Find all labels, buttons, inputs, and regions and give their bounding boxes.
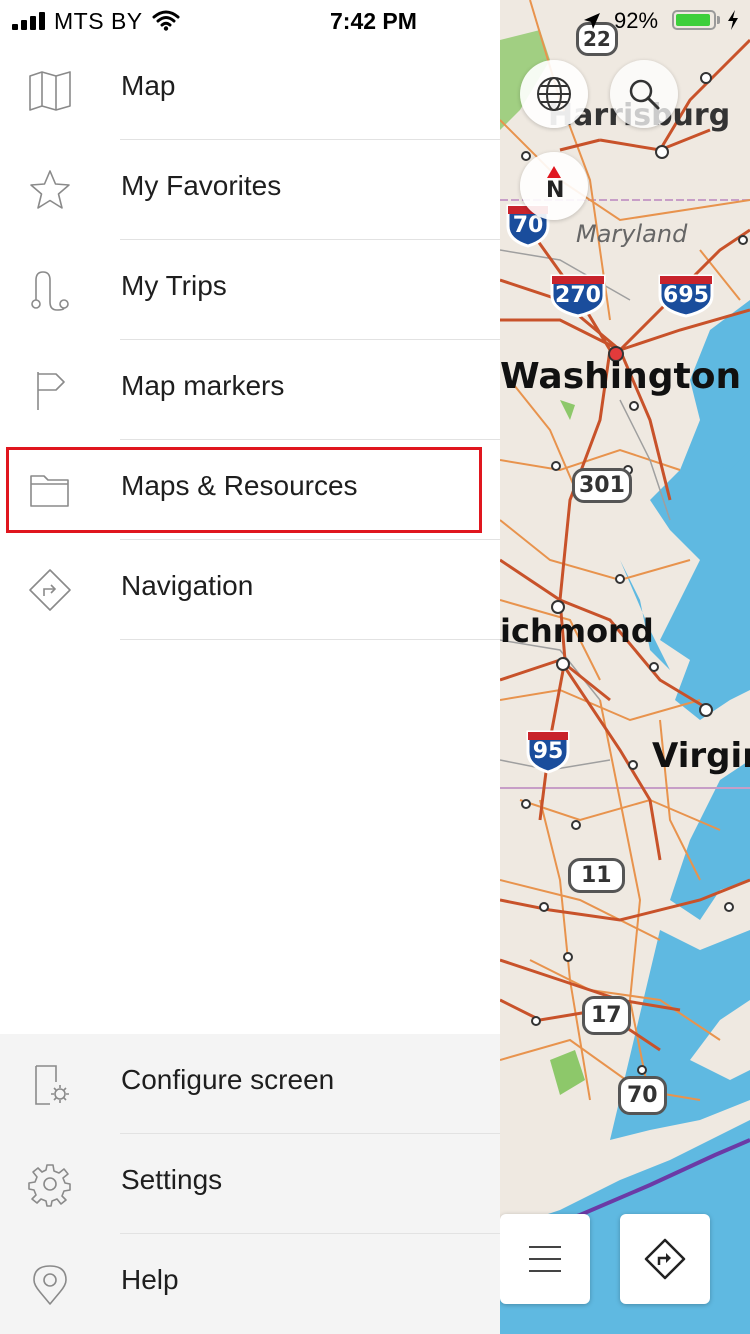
menu-item-navigation[interactable]: Navigation	[0, 540, 500, 640]
menu-item-map-markers[interactable]: Map markers	[0, 340, 500, 440]
charging-bolt-icon	[726, 9, 740, 38]
battery-icon	[672, 10, 716, 30]
route-shield-us17: 17	[582, 996, 631, 1035]
menu-item-label: Settings	[121, 1164, 223, 1195]
folder-icon	[26, 466, 74, 514]
menu-item-label: Navigation	[121, 570, 254, 601]
status-time: 7:42 PM	[330, 8, 417, 34]
route-shield-i95: 95	[524, 726, 572, 774]
divider	[120, 639, 500, 640]
battery-tip	[717, 16, 720, 24]
city-label-richmond: ichmond	[500, 612, 654, 650]
location-arrow-icon	[582, 10, 602, 38]
city-label-washington: Washington	[500, 356, 742, 397]
status-bar: MTS BY 7:42 PM 92%	[0, 0, 750, 40]
menu-item-settings[interactable]: Settings	[0, 1134, 500, 1234]
search-icon	[629, 79, 660, 110]
route-shield-us301: 301	[572, 468, 632, 503]
signal-strength-icon	[12, 12, 48, 30]
state-label-virginia: Virgin	[652, 736, 750, 776]
navigation-icon	[26, 566, 74, 614]
map-view[interactable]: Harrisburg Maryland Washington ichmond V…	[500, 0, 750, 1334]
menu-item-label: My Trips	[121, 270, 227, 301]
navigation-direction-icon	[644, 1238, 686, 1280]
battery-percentage: 92%	[614, 8, 659, 33]
side-menu-drawer: Map My Favorites My Trips Map markers Ma…	[0, 0, 500, 1334]
menu-item-configure-screen[interactable]: Configure screen	[0, 1034, 500, 1134]
menu-item-my-trips[interactable]: My Trips	[0, 240, 500, 340]
configure-screen-icon	[26, 1060, 74, 1108]
menu-item-label: My Favorites	[121, 170, 282, 201]
carrier-name: MTS BY	[54, 8, 143, 34]
state-label-maryland: Maryland	[576, 220, 688, 248]
menu-item-maps-resources[interactable]: Maps & Resources	[0, 440, 500, 540]
route-shield-us11: 11	[568, 858, 625, 893]
star-icon	[26, 166, 74, 214]
menu-item-my-favorites[interactable]: My Favorites	[0, 140, 500, 240]
map-layers-button[interactable]	[520, 60, 588, 128]
menu-item-label: Configure screen	[121, 1064, 335, 1095]
menu-item-label: Map markers	[121, 370, 285, 401]
map-icon	[26, 66, 74, 114]
compass-icon: N	[539, 166, 569, 206]
menu-item-label: Map	[121, 70, 176, 101]
menu-button[interactable]	[500, 1214, 590, 1304]
route-icon	[26, 266, 74, 314]
menu-item-label: Help	[121, 1264, 179, 1295]
flag-icon	[26, 366, 74, 414]
map-search-button[interactable]	[610, 60, 678, 128]
route-shield-us70: 70	[618, 1076, 667, 1115]
wifi-icon	[152, 9, 180, 38]
navigation-button[interactable]	[620, 1214, 710, 1304]
globe-icon	[537, 77, 571, 111]
drawer-bottom-section: Configure screen Settings Help	[0, 1034, 500, 1334]
menu-item-help[interactable]: Help	[0, 1234, 500, 1334]
route-shield-i270: 270	[548, 270, 608, 318]
menu-item-map[interactable]: Map	[0, 40, 500, 140]
hamburger-menu-icon	[529, 1246, 561, 1272]
route-shield-i695: 695	[656, 270, 716, 318]
menu-item-label: Maps & Resources	[121, 470, 358, 501]
compass-button[interactable]: N	[520, 152, 588, 220]
gear-icon	[26, 1160, 74, 1208]
help-pin-icon	[26, 1260, 74, 1308]
